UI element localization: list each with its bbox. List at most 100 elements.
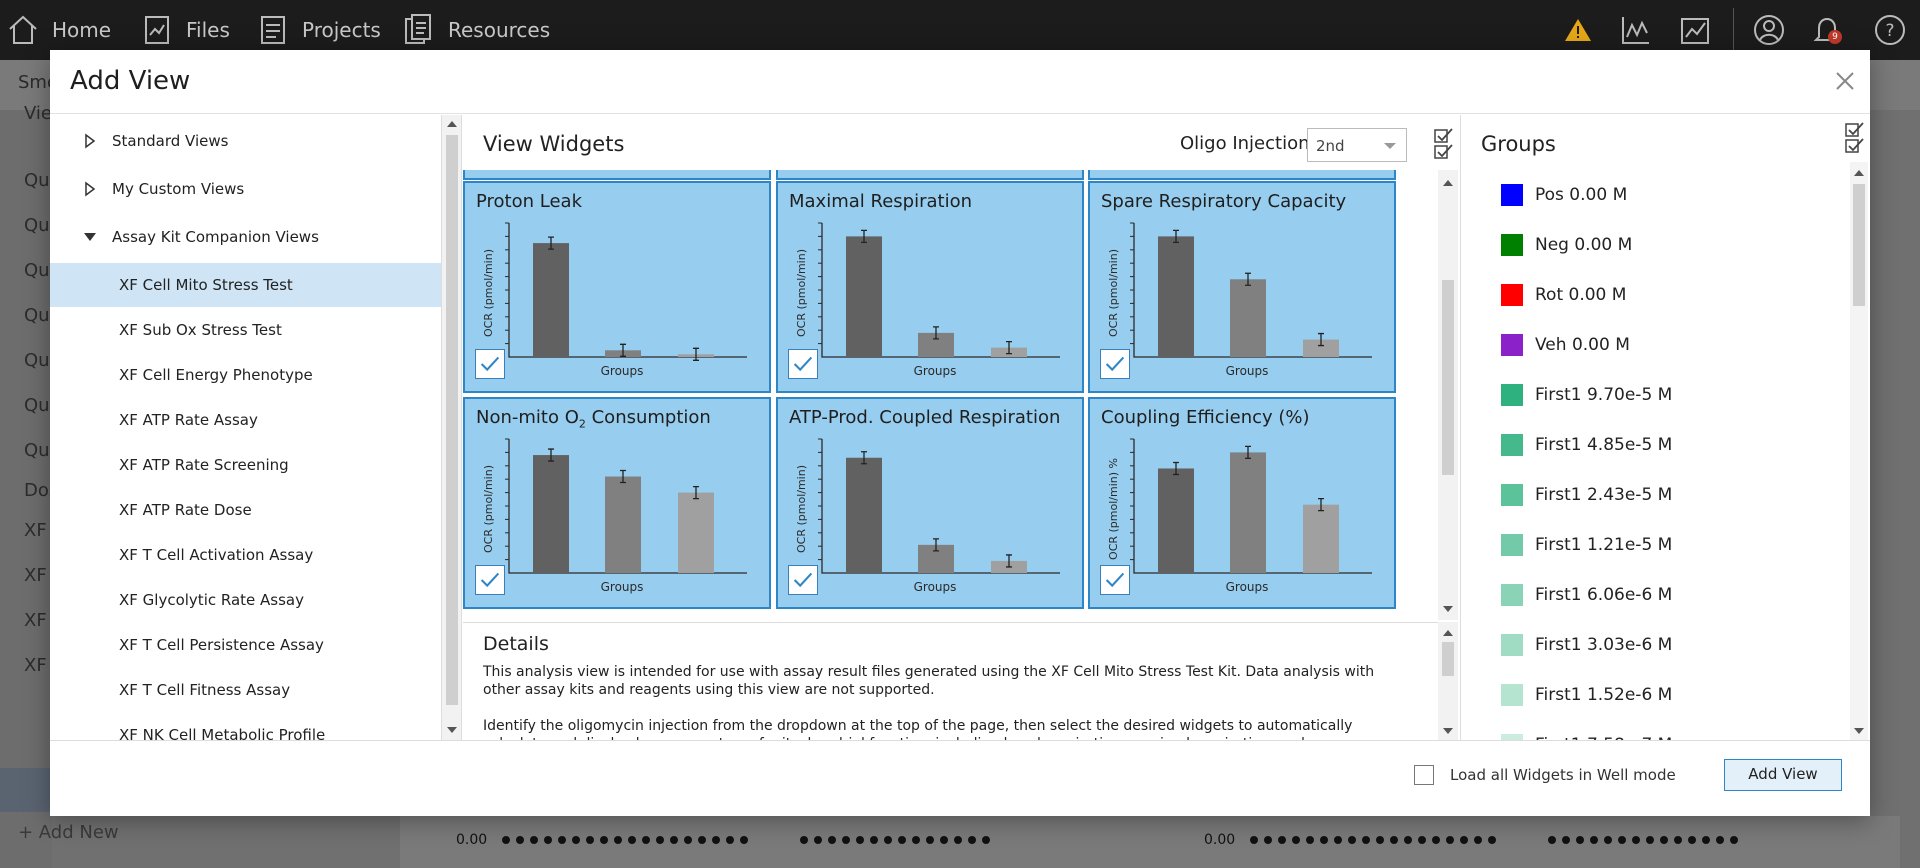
group-item[interactable]: Pos 0.00 M [1501, 180, 1627, 210]
details-text: This analysis view is intended for use w… [483, 663, 1403, 740]
group-item[interactable]: First1 6.06e-6 M [1501, 580, 1672, 610]
widget-card[interactable]: ATP-Prod. Coupled Respiration OCR (pmol/m… [776, 397, 1084, 609]
group-item[interactable]: First1 3.03e-6 M [1501, 630, 1672, 660]
tree-item-view[interactable]: XF Cell Mito Stress Test [50, 263, 441, 307]
widget-select-checkbox[interactable] [475, 565, 505, 595]
group-item[interactable]: First1 2.43e-5 M [1501, 480, 1672, 510]
widget-card[interactable]: Maximal Respiration OCR (pmol/min) Groups [776, 181, 1084, 393]
group-label: Veh 0.00 M [1535, 335, 1630, 355]
tree-scrollbar[interactable] [442, 115, 462, 740]
widgets-scrollbar-thumb[interactable] [1442, 280, 1454, 475]
group-item[interactable]: Rot 0.00 M [1501, 280, 1626, 310]
oligo-injection-select[interactable]: 2nd [1307, 128, 1407, 162]
background-data-points [1548, 836, 1738, 844]
tree-item-view[interactable]: XF Sub Ox Stress Test [50, 308, 441, 352]
caret-down-icon[interactable] [82, 229, 98, 245]
caret-right-icon[interactable] [82, 133, 98, 149]
tree-group-standard-views[interactable]: Standard Views [50, 119, 441, 163]
group-item[interactable]: First1 1.21e-5 M [1501, 530, 1672, 560]
group-item[interactable]: Veh 0.00 M [1501, 330, 1630, 360]
widgets-scrollbar[interactable] [1438, 170, 1458, 620]
chevron-down-icon [1384, 143, 1396, 149]
tree-group-assay-kit-companion-views[interactable]: Assay Kit Companion Views [50, 215, 441, 259]
group-item[interactable]: First1 4.85e-5 M [1501, 430, 1672, 460]
analysis-chart-icon[interactable] [1678, 13, 1712, 47]
x-axis-label: Groups [1226, 364, 1269, 378]
tree-item-view[interactable]: XF T Cell Activation Assay [50, 533, 441, 577]
details-scrollbar-thumb[interactable] [1442, 642, 1454, 676]
tree-item-view[interactable]: XF ATP Rate Screening [50, 443, 441, 487]
background-add-new[interactable]: + Add New [18, 822, 119, 843]
details-paragraph: This analysis view is intended for use w… [483, 664, 1375, 698]
x-axis-label: Groups [914, 364, 957, 378]
background-tick-label: 0.00 [456, 832, 488, 848]
well-mode-option[interactable]: Load all Widgets in Well mode [1414, 765, 1676, 785]
dialog-header: Add View [50, 50, 1870, 114]
notification-count-badge: 9 [1828, 30, 1842, 44]
groups-scrollbar[interactable] [1850, 162, 1868, 740]
caret-right-icon[interactable] [82, 181, 98, 197]
widget-select-checkbox[interactable] [788, 349, 818, 379]
group-item[interactable]: Neg 0.00 M [1501, 230, 1632, 260]
group-label: Neg 0.00 M [1535, 235, 1633, 255]
toolbar-separator [1733, 8, 1734, 52]
chart-bar [533, 455, 569, 573]
group-item[interactable]: First1 9.70e-5 M [1501, 380, 1672, 410]
widget-bar-chart: OCR (pmol/min) Groups [1107, 222, 1372, 378]
view-widgets-title: View Widgets [483, 132, 625, 156]
home-icon [9, 15, 37, 44]
widget-select-checkbox[interactable] [1100, 565, 1130, 595]
add-view-button[interactable]: Add View [1724, 759, 1842, 791]
widget-card[interactable]: Non-mito O2 Consumption OCR (pmol/min) Gro… [463, 397, 771, 609]
well-mode-checkbox[interactable] [1414, 765, 1434, 785]
widget-card[interactable]: Coupling Efficiency (%) OCR (pmol/min) % G… [1088, 397, 1396, 609]
widget-card[interactable]: Proton Leak OCR (pmol/min) Groups [463, 181, 771, 393]
groups-scrollbar-thumb[interactable] [1853, 184, 1865, 306]
tree-item-view[interactable]: XF Cell Energy Phenotype [50, 353, 441, 397]
background-left-label: Qu [24, 350, 50, 371]
view-tree: Standard Views My Custom Views Assay Kit C… [50, 115, 442, 740]
group-color-swatch [1501, 384, 1523, 406]
widget-card-partial [1088, 170, 1396, 180]
widget-bar-chart: OCR (pmol/min) Groups [795, 222, 1060, 378]
group-item[interactable]: First1 1.52e-6 M [1501, 680, 1672, 710]
background-left-label: Qu [24, 305, 50, 326]
widget-select-checkbox[interactable] [788, 565, 818, 595]
tree-scrollbar-thumb[interactable] [446, 135, 458, 705]
tree-group-my-custom-views[interactable]: My Custom Views [50, 167, 441, 211]
warning-icon[interactable] [1561, 13, 1595, 47]
widget-select-checkbox[interactable] [1100, 349, 1130, 379]
tree-item-view[interactable]: XF Glycolytic Rate Assay [50, 578, 441, 622]
tree-item-view[interactable]: XF ATP Rate Dose [50, 488, 441, 532]
tree-item-view[interactable]: XF ATP Rate Assay [50, 398, 441, 442]
group-item[interactable]: First1 7.58e-7 M [1501, 730, 1672, 740]
background-left-label: Qu [24, 440, 50, 461]
close-icon[interactable] [1832, 68, 1858, 94]
group-color-swatch [1501, 684, 1523, 706]
details-scrollbar[interactable] [1438, 622, 1458, 740]
group-label: First1 3.03e-6 M [1535, 635, 1673, 655]
tree-item-view[interactable]: XF T Cell Fitness Assay [50, 668, 441, 712]
groups-title: Groups [1481, 132, 1556, 156]
select-all-widgets-icon[interactable] [1433, 127, 1455, 161]
files-icon [145, 16, 169, 44]
widget-select-checkbox[interactable] [475, 349, 505, 379]
svg-text:?: ? [1885, 21, 1894, 41]
background-left-label: XF [24, 565, 47, 586]
background-left-label: Qu [24, 170, 50, 191]
resources-icon [405, 14, 431, 44]
group-label: Pos 0.00 M [1535, 185, 1628, 205]
group-label: Rot 0.00 M [1535, 285, 1627, 305]
widget-bar-chart: OCR (pmol/min) Groups [795, 438, 1060, 594]
view-widgets-panel: View Widgets Oligo Injection 2nd Proton … [463, 115, 1458, 620]
group-label: First1 9.70e-5 M [1535, 385, 1673, 405]
select-all-groups-icon[interactable] [1844, 121, 1866, 155]
tree-item-view[interactable]: XF NK Cell Metabolic Profile [50, 713, 441, 740]
widget-card[interactable]: Spare Respiratory Capacity OCR (pmol/min)… [1088, 181, 1396, 393]
kinetic-graph-icon[interactable] [1619, 13, 1653, 47]
user-account-icon[interactable] [1752, 13, 1786, 47]
tree-item-view[interactable]: XF T Cell Persistence Assay [50, 623, 441, 667]
help-icon[interactable]: ? [1873, 13, 1907, 47]
groups-list: Pos 0.00 M Neg 0.00 M Rot 0.00 M Veh 0.00 M… [1461, 170, 1851, 740]
group-label: First1 1.21e-5 M [1535, 535, 1673, 555]
